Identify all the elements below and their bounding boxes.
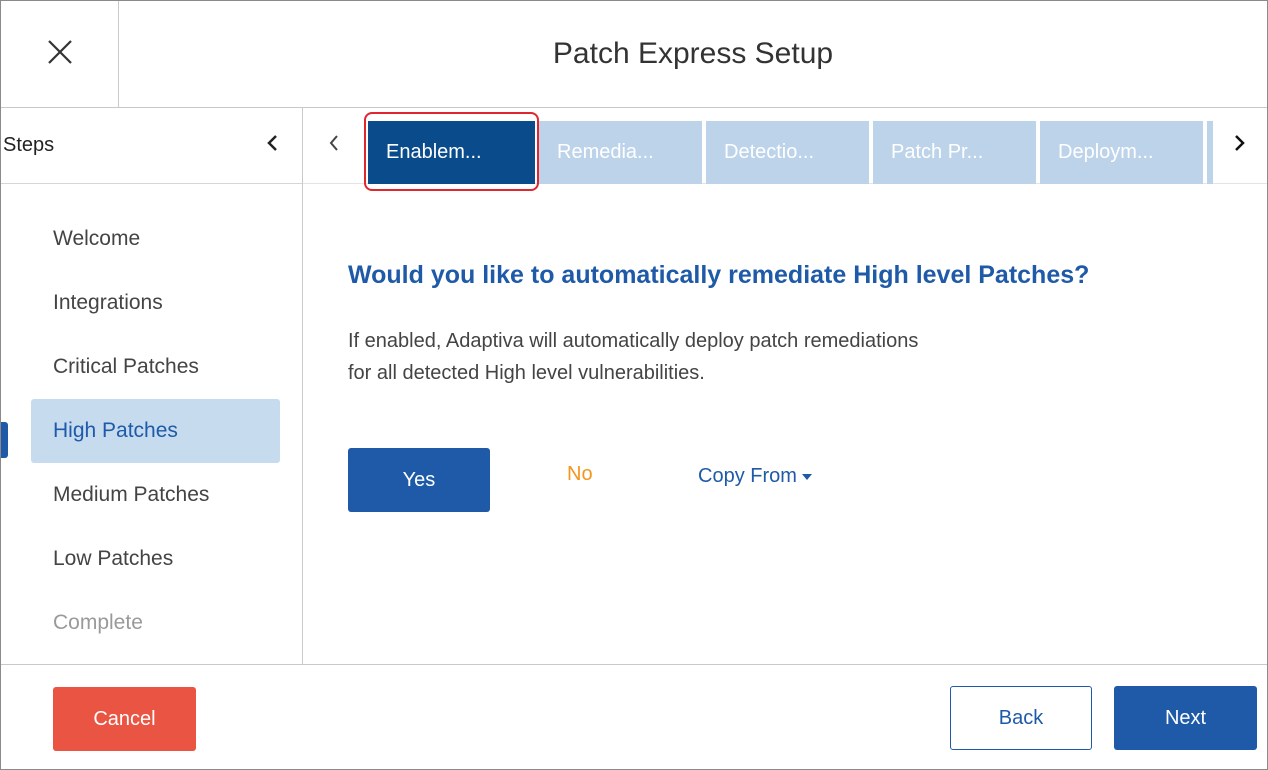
close-button[interactable]: [1, 1, 119, 107]
step-content: Would you like to automatically remediat…: [303, 185, 1267, 664]
chevron-right-icon: [1232, 133, 1246, 158]
no-button[interactable]: No: [567, 463, 593, 486]
steps-heading: Steps: [3, 134, 55, 156]
active-step-marker: [1, 422, 8, 458]
tab-deployment[interactable]: Deploym...: [1040, 121, 1203, 184]
close-icon: [47, 39, 73, 70]
tabs-prev-button[interactable]: [319, 122, 349, 168]
description-line-1: If enabled, Adaptiva will automatically …: [348, 330, 919, 352]
cancel-button[interactable]: Cancel: [53, 687, 196, 751]
step-complete: Complete: [53, 611, 143, 634]
collapse-sidebar-button[interactable]: [266, 133, 280, 158]
tab-enablement[interactable]: Enablem...: [368, 121, 535, 184]
copy-from-dropdown[interactable]: Copy From: [698, 465, 813, 488]
step-critical-patches[interactable]: Critical Patches: [31, 335, 280, 399]
question-description: If enabled, Adaptiva will automatically …: [348, 325, 1148, 389]
description-line-2: for all detected High level vulnerabilit…: [348, 362, 705, 384]
tab-patch-pr[interactable]: Patch Pr...: [873, 121, 1036, 184]
steps-header: Steps: [1, 108, 302, 184]
dialog-title: Patch Express Setup: [552, 37, 834, 70]
step-welcome[interactable]: Welcome: [31, 207, 280, 271]
tab-detection[interactable]: Detectio...: [706, 121, 869, 184]
chevron-left-icon: [266, 133, 280, 158]
substep-tabs: Enablem... Remedia... Detectio... Patch …: [303, 108, 1267, 191]
step-medium-patches[interactable]: Medium Patches: [31, 463, 280, 527]
steps-sidebar: Steps Welcome Integrations Critical Patc…: [1, 108, 303, 664]
setup-dialog: Patch Express Setup Steps Welcome Integr…: [0, 0, 1268, 770]
step-list: Welcome Integrations Critical Patches Hi…: [1, 184, 302, 655]
tabs-next-button[interactable]: [1219, 122, 1259, 168]
back-button[interactable]: Back: [950, 686, 1092, 750]
tab-remediation[interactable]: Remedia...: [539, 121, 702, 184]
step-integrations[interactable]: Integrations: [31, 271, 280, 335]
question-heading: Would you like to automatically remediat…: [348, 261, 1090, 289]
caret-down-icon: [801, 465, 813, 488]
copy-from-label: Copy From: [698, 465, 797, 487]
dialog-footer: Cancel Back Next: [1, 664, 1267, 770]
chevron-left-icon: [328, 134, 340, 157]
step-low-patches[interactable]: Low Patches: [31, 527, 280, 591]
dialog-header: Patch Express Setup: [1, 1, 1267, 108]
yes-button[interactable]: Yes: [348, 448, 490, 512]
tab-overflow-edge: [1207, 121, 1213, 184]
step-high-patches[interactable]: High Patches: [31, 399, 280, 463]
next-button[interactable]: Next: [1114, 686, 1257, 750]
